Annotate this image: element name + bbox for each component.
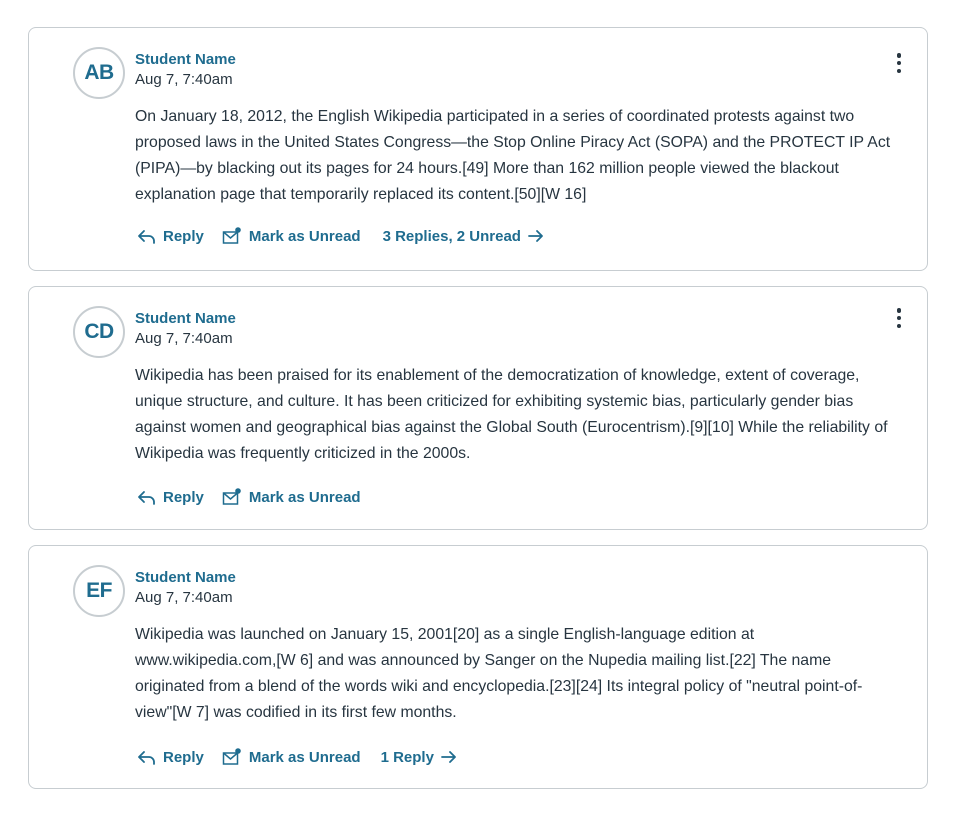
mark-as-unread-label: Mark as Unread bbox=[248, 748, 361, 766]
reply-arrow-icon bbox=[137, 749, 156, 765]
mark-as-unread-button[interactable]: Mark as Unread bbox=[222, 227, 361, 245]
reply-button[interactable]: Reply bbox=[137, 228, 204, 245]
post-body: On January 18, 2012, the English Wikiped… bbox=[135, 108, 891, 203]
discussion-post: CD Student Name Aug 7, 7:40am Wikipedia … bbox=[28, 286, 928, 530]
reply-label: Reply bbox=[163, 748, 204, 766]
envelope-unread-icon bbox=[222, 227, 242, 245]
avatar-initials: CD bbox=[84, 320, 114, 343]
mark-as-unread-button[interactable]: Mark as Unread bbox=[222, 748, 361, 766]
post-actions: Reply Mark as Unread 3 Replies, 2 Unread bbox=[137, 227, 562, 245]
post-body: Wikipedia has been praised for its enabl… bbox=[135, 367, 888, 462]
post-actions: Reply Mark as Unread bbox=[137, 488, 383, 506]
discussion-post: AB Student Name Aug 7, 7:40am On January… bbox=[28, 27, 928, 271]
view-replies-link[interactable]: 3 Replies, 2 Unread bbox=[383, 228, 544, 245]
replies-count-label: 1 Reply bbox=[380, 748, 434, 766]
author-name[interactable]: Student Name bbox=[135, 310, 236, 327]
author-name[interactable]: Student Name bbox=[135, 51, 236, 68]
post-timestamp: Aug 7, 7:40am bbox=[135, 330, 233, 347]
avatar[interactable]: EF bbox=[73, 565, 125, 617]
arrow-right-icon bbox=[441, 750, 457, 764]
mark-as-unread-label: Mark as Unread bbox=[248, 488, 361, 506]
post-timestamp: Aug 7, 7:40am bbox=[135, 589, 233, 606]
reply-button[interactable]: Reply bbox=[137, 749, 204, 766]
more-options-icon[interactable] bbox=[889, 305, 909, 331]
avatar-initials: AB bbox=[84, 61, 114, 84]
discussion-post: EF Student Name Aug 7, 7:40am Wikipedia … bbox=[28, 545, 928, 789]
envelope-unread-icon bbox=[222, 488, 242, 506]
reply-label: Reply bbox=[163, 488, 204, 506]
envelope-unread-icon bbox=[222, 748, 242, 766]
mark-as-unread-label: Mark as Unread bbox=[248, 227, 361, 245]
author-name[interactable]: Student Name bbox=[135, 569, 236, 586]
mark-as-unread-button[interactable]: Mark as Unread bbox=[222, 488, 361, 506]
replies-count-label: 3 Replies, 2 Unread bbox=[382, 227, 521, 245]
reply-arrow-icon bbox=[137, 489, 156, 505]
post-timestamp: Aug 7, 7:40am bbox=[135, 71, 233, 88]
avatar-initials: EF bbox=[86, 579, 112, 602]
reply-button[interactable]: Reply bbox=[137, 489, 204, 506]
more-options-icon[interactable] bbox=[889, 50, 909, 76]
post-body: Wikipedia was launched on January 15, 20… bbox=[135, 626, 863, 721]
reply-label: Reply bbox=[163, 227, 204, 245]
avatar[interactable]: AB bbox=[73, 47, 125, 99]
post-actions: Reply Mark as Unread 1 Reply bbox=[137, 748, 475, 766]
view-replies-link[interactable]: 1 Reply bbox=[381, 749, 457, 766]
arrow-right-icon bbox=[528, 229, 544, 243]
avatar[interactable]: CD bbox=[73, 306, 125, 358]
reply-arrow-icon bbox=[137, 228, 156, 244]
